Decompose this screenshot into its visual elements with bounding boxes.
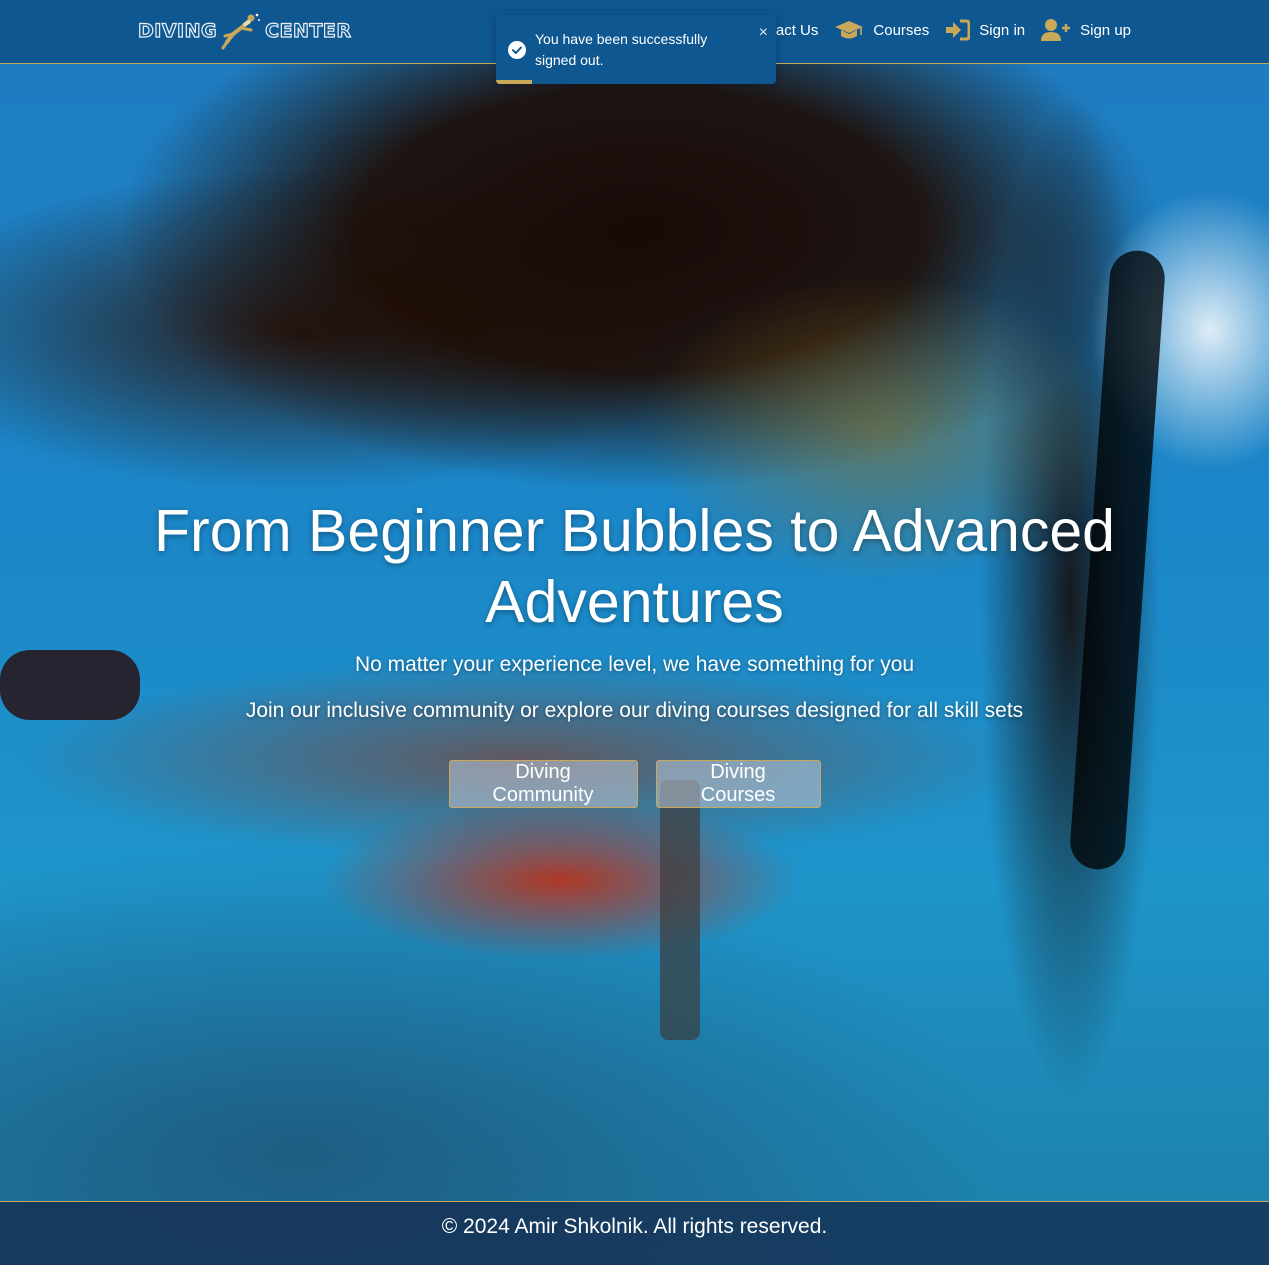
close-icon[interactable]: ×	[759, 25, 768, 41]
toast-message: You have been successfully signed out.	[535, 31, 708, 68]
logo-word-right: CENTER	[265, 19, 352, 42]
footer-copyright: © 2024 Amir Shkolnik. All rights reserve…	[441, 1215, 828, 1238]
logo[interactable]: DIVING CENTER	[137, 12, 352, 50]
footer: © 2024 Amir Shkolnik. All rights reserve…	[0, 1201, 1269, 1265]
sign-in-icon	[945, 19, 971, 41]
page: DIVING CENTER Contact Us Courses Sign in…	[0, 0, 1269, 1265]
hero-subtitle: No matter your experience level, we have…	[354, 653, 915, 676]
graduation-cap-icon	[834, 19, 864, 41]
nav-link-label: Courses	[873, 21, 930, 39]
diving-courses-button[interactable]: Diving Courses	[655, 760, 821, 808]
check-circle-icon	[508, 41, 526, 59]
hero-buttons: Diving Community Diving Courses	[0, 760, 1269, 808]
nav-link-label: Sign up	[1080, 21, 1131, 39]
diving-community-button[interactable]: Diving Community	[448, 760, 638, 808]
diver-icon	[221, 12, 261, 50]
nav-link-label: Sign in	[979, 21, 1026, 39]
user-plus-icon	[1041, 18, 1071, 42]
hero-title: From Beginner Bubbles to Advanced Advent…	[154, 498, 1115, 635]
nav-link-courses[interactable]: Courses	[834, 19, 929, 41]
toast-progress-bar	[496, 80, 533, 84]
hero-section: From Beginner Bubbles to Advanced Advent…	[0, 496, 1269, 808]
nav-link-sign-up[interactable]: Sign up	[1041, 18, 1131, 42]
hero-tagline: Join our inclusive community or explore …	[245, 699, 1024, 722]
nav-link-sign-in[interactable]: Sign in	[945, 19, 1025, 41]
logo-word-left: DIVING	[137, 19, 218, 42]
toast-notification: You have been successfully signed out. ×	[496, 15, 776, 84]
